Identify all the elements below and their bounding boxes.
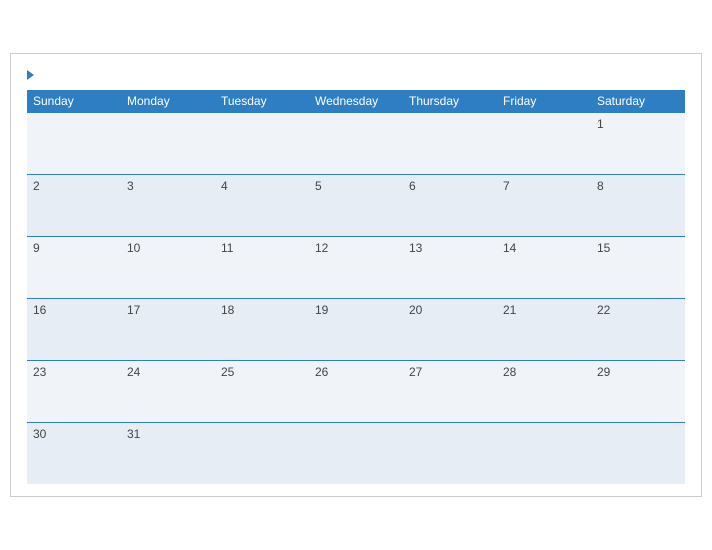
calendar-cell: 16 [27, 298, 121, 360]
day-number: 22 [597, 303, 610, 317]
logo-blue-text [27, 70, 36, 80]
calendar-thead: SundayMondayTuesdayWednesdayThursdayFrid… [27, 90, 685, 113]
calendar-cell: 17 [121, 298, 215, 360]
day-number: 18 [221, 303, 234, 317]
calendar-cell: 3 [121, 174, 215, 236]
week-row-3: 9 10 11 12 13 14 15 [27, 236, 685, 298]
day-number: 1 [597, 117, 604, 131]
day-number: 15 [597, 241, 610, 255]
calendar-cell: 20 [403, 298, 497, 360]
day-number: 4 [221, 179, 228, 193]
day-number: 7 [503, 179, 510, 193]
day-number: 14 [503, 241, 516, 255]
calendar-cell [497, 112, 591, 174]
calendar-cell: 8 [591, 174, 685, 236]
day-number: 12 [315, 241, 328, 255]
week-row-4: 16 17 18 19 20 21 22 [27, 298, 685, 360]
day-number: 16 [33, 303, 46, 317]
day-number: 10 [127, 241, 140, 255]
weekday-header-monday: Monday [121, 90, 215, 113]
calendar-cell [121, 112, 215, 174]
calendar-cell: 24 [121, 360, 215, 422]
weekday-header-sunday: Sunday [27, 90, 121, 113]
day-number: 11 [221, 241, 233, 255]
calendar-cell: 26 [309, 360, 403, 422]
day-number: 30 [33, 427, 46, 441]
week-row-2: 2 3 4 5 6 7 8 [27, 174, 685, 236]
calendar-cell: 9 [27, 236, 121, 298]
day-number: 21 [503, 303, 516, 317]
day-number: 24 [127, 365, 140, 379]
calendar-container: SundayMondayTuesdayWednesdayThursdayFrid… [10, 53, 702, 498]
weekday-header-wednesday: Wednesday [309, 90, 403, 113]
day-number: 20 [409, 303, 422, 317]
calendar-cell: 25 [215, 360, 309, 422]
calendar-cell [27, 112, 121, 174]
calendar-cell [215, 112, 309, 174]
day-number: 2 [33, 179, 40, 193]
calendar-cell: 13 [403, 236, 497, 298]
calendar-cell: 19 [309, 298, 403, 360]
calendar-cell: 30 [27, 422, 121, 484]
logo-area [27, 70, 36, 80]
calendar-cell: 1 [591, 112, 685, 174]
day-number: 28 [503, 365, 516, 379]
day-number: 23 [33, 365, 46, 379]
week-row-1: 1 [27, 112, 685, 174]
calendar-cell: 10 [121, 236, 215, 298]
calendar-cell: 5 [309, 174, 403, 236]
calendar-cell [309, 112, 403, 174]
logo-triangle-icon [27, 70, 34, 80]
calendar-table: SundayMondayTuesdayWednesdayThursdayFrid… [27, 90, 685, 485]
calendar-cell: 11 [215, 236, 309, 298]
calendar-cell: 27 [403, 360, 497, 422]
calendar-cell: 14 [497, 236, 591, 298]
day-number: 27 [409, 365, 422, 379]
calendar-cell [591, 422, 685, 484]
day-number: 8 [597, 179, 604, 193]
calendar-cell: 23 [27, 360, 121, 422]
day-number: 9 [33, 241, 40, 255]
day-number: 17 [127, 303, 140, 317]
calendar-cell: 12 [309, 236, 403, 298]
calendar-cell: 6 [403, 174, 497, 236]
day-number: 31 [127, 427, 140, 441]
weekday-header-friday: Friday [497, 90, 591, 113]
calendar-cell [403, 422, 497, 484]
day-number: 26 [315, 365, 328, 379]
calendar-cell: 4 [215, 174, 309, 236]
calendar-cell: 28 [497, 360, 591, 422]
weekday-header-row: SundayMondayTuesdayWednesdayThursdayFrid… [27, 90, 685, 113]
week-row-5: 23 24 25 26 27 28 29 [27, 360, 685, 422]
day-number: 6 [409, 179, 416, 193]
calendar-cell: 29 [591, 360, 685, 422]
calendar-header [27, 70, 685, 80]
weekday-header-saturday: Saturday [591, 90, 685, 113]
calendar-cell: 22 [591, 298, 685, 360]
calendar-body: 1234567891011121314151617181920212223242… [27, 112, 685, 484]
calendar-cell: 31 [121, 422, 215, 484]
day-number: 25 [221, 365, 234, 379]
weekday-header-thursday: Thursday [403, 90, 497, 113]
calendar-cell [309, 422, 403, 484]
day-number: 19 [315, 303, 328, 317]
calendar-cell [403, 112, 497, 174]
calendar-cell: 21 [497, 298, 591, 360]
calendar-cell [497, 422, 591, 484]
calendar-cell: 2 [27, 174, 121, 236]
day-number: 29 [597, 365, 610, 379]
week-row-6: 30 31 [27, 422, 685, 484]
calendar-cell: 18 [215, 298, 309, 360]
day-number: 5 [315, 179, 322, 193]
weekday-header-tuesday: Tuesday [215, 90, 309, 113]
calendar-cell: 7 [497, 174, 591, 236]
day-number: 3 [127, 179, 134, 193]
calendar-cell [215, 422, 309, 484]
day-number: 13 [409, 241, 422, 255]
calendar-cell: 15 [591, 236, 685, 298]
